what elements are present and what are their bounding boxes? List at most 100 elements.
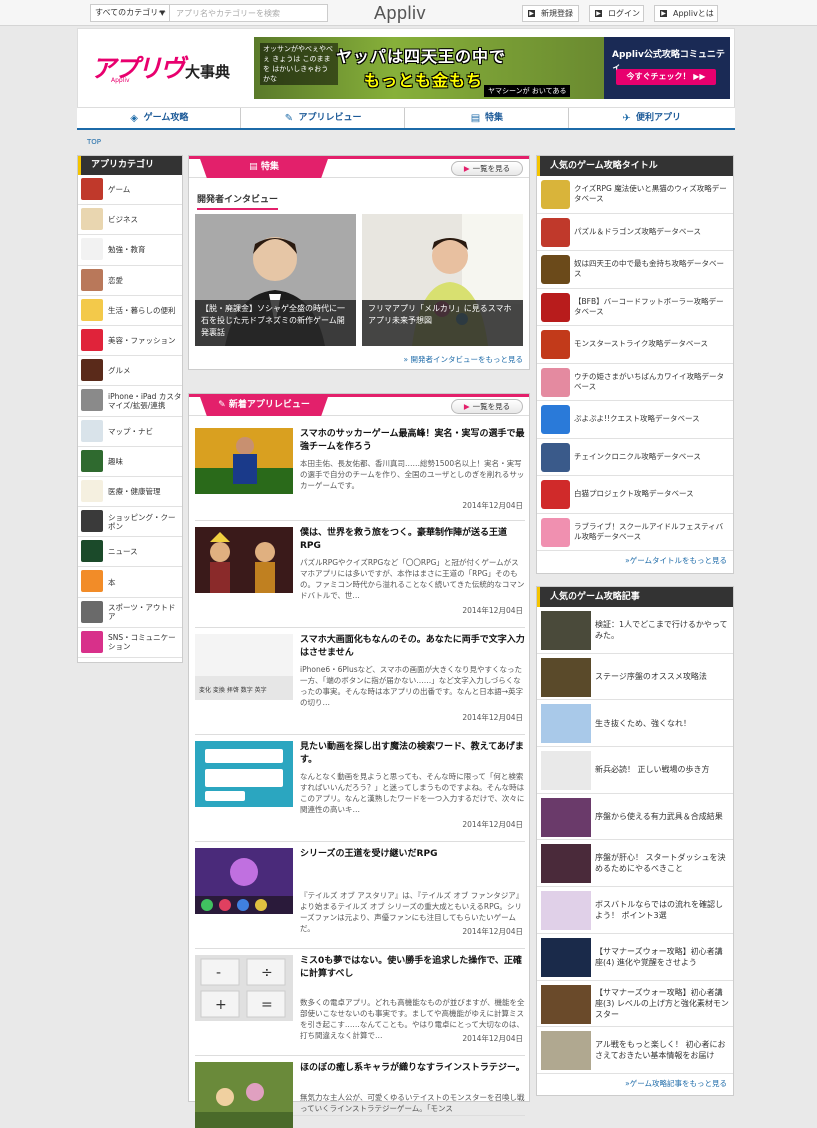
popular-article-item[interactable]: 序盤が肝心！ スタートダッシュを決めるためにやるべきこと bbox=[537, 840, 733, 888]
popular-article-item[interactable]: 【サマナーズウォー攻略】初心者講座(4) 進化や覚醒をさせよう bbox=[537, 934, 733, 981]
article-thumbnail bbox=[541, 797, 591, 837]
site-logo[interactable]: アプリヴ 大事典 Appliv bbox=[91, 49, 230, 85]
popular-article-item[interactable]: 序盤から使える有力武具＆合成結果 bbox=[537, 794, 733, 841]
logo-sub: Appliv bbox=[111, 77, 130, 84]
popular-article-item[interactable]: 生き抜くため、強くなれ！ bbox=[537, 700, 733, 748]
sidebar-item-label: 美容・ファッション bbox=[108, 336, 176, 346]
category-icon bbox=[81, 449, 103, 472]
review-item[interactable]: 僕は、世界を救う旅をつく。豪華制作陣が送る王道RPG パズルRPGやクイズRPGな… bbox=[195, 521, 525, 628]
sidebar-item[interactable]: 生活・暮らしの便利 bbox=[78, 296, 182, 326]
breadcrumb[interactable]: TOP bbox=[87, 138, 101, 146]
review-thumbnail: - ÷ + = bbox=[195, 955, 293, 1021]
popular-game-label: ぷよぷよ!!クエスト攻略データベース bbox=[574, 414, 700, 424]
nav-app-review[interactable]: ✎ アプリレビュー bbox=[241, 108, 405, 128]
svg-text:変化 変換 拝啓 数字 英字: 変化 変換 拝啓 数字 英字 bbox=[199, 686, 267, 694]
global-nav: ◈ ゲーム攻略 ✎ アプリレビュー ▤ 特集 ✈ 便利アプリ bbox=[77, 108, 735, 130]
search-input[interactable] bbox=[170, 4, 328, 22]
sidebar-item-label: iPhone・iPad カスタマイズ/拡張/連携 bbox=[108, 391, 182, 410]
about-button[interactable]: ▶ Applivとは bbox=[654, 5, 718, 22]
wrench-icon: ✈ bbox=[622, 113, 631, 124]
nav-useful-apps[interactable]: ✈ 便利アプリ bbox=[569, 108, 733, 128]
appliv-logo[interactable]: Appliv bbox=[374, 3, 426, 24]
article-thumbnail bbox=[541, 984, 591, 1024]
about-label: Applivとは bbox=[673, 9, 714, 18]
popular-game-item[interactable]: 白猫プロジェクト攻略データベース bbox=[537, 476, 733, 514]
popular-game-item[interactable]: 奴は四天王の中で最も金持ち攻略データベース bbox=[537, 251, 733, 289]
article-thumbnail bbox=[541, 611, 591, 650]
popular-game-item[interactable]: パズル＆ドラゴンズ攻略データベース bbox=[537, 214, 733, 251]
pencil-icon: ✎ bbox=[218, 400, 229, 410]
game-icon bbox=[541, 480, 570, 509]
arrow-right-icon: ▶ bbox=[528, 10, 535, 17]
popular-articles-more-link[interactable]: »ゲーム攻略記事をもっと見る bbox=[537, 1074, 733, 1094]
sidebar-item[interactable]: ショッピング・クーポン bbox=[78, 507, 182, 538]
review-description: iPhone6・6Plusなど、スマホの画面が大きくなり見やすくなった一方、「端… bbox=[300, 665, 524, 707]
feature-header: ▤ 特集 ▶ 一覧を見る bbox=[189, 156, 529, 178]
popular-game-item[interactable]: モンスターストライク攻略データベース bbox=[537, 326, 733, 364]
sidebar-item[interactable]: グルメ bbox=[78, 356, 182, 387]
sidebar-item[interactable]: iPhone・iPad カスタマイズ/拡張/連携 bbox=[78, 386, 182, 417]
game-icon bbox=[541, 217, 570, 247]
sidebar-item[interactable]: SNS・コミュニケーション bbox=[78, 628, 182, 658]
sidebar-item[interactable]: 本 bbox=[78, 567, 182, 598]
interview-more-link[interactable]: » 開発者インタビューをもっと見る bbox=[404, 354, 523, 365]
reviews-header: ✎ 新着アプリレビュー ▶ 一覧を見る bbox=[189, 394, 529, 416]
review-item[interactable]: ほのぼの癒し系キャラが織りなすラインストラテジー。 無気力な主人公が、可愛くゆるい… bbox=[195, 1056, 525, 1128]
popular-game-label: チェインクロニクル攻略データベース bbox=[574, 451, 701, 461]
feature-more-button[interactable]: ▶ 一覧を見る bbox=[451, 161, 523, 176]
popular-game-label: ラブライブ！スクールアイドルフェスティバル攻略データベース bbox=[574, 521, 724, 541]
sidebar-item[interactable]: スポーツ・アウトドア bbox=[78, 598, 182, 628]
feature-card[interactable]: フリマアプリ「メルカリ」に見るスマホアプリ未来予想図 bbox=[362, 214, 523, 346]
category-select[interactable]: すべてのカテゴリー ▼ bbox=[90, 4, 170, 22]
sidebar-item-label: ビジネス bbox=[108, 215, 138, 225]
category-icon bbox=[81, 419, 103, 442]
review-item[interactable]: スマホのサッカーゲーム最高峰！実名・実写の選手で最強チームを作ろう 本田圭佑、長友… bbox=[195, 422, 525, 521]
popular-article-item[interactable]: アル戦をもっと楽しく！ 初心者におさえておきたい基本情報をお届け bbox=[537, 1027, 733, 1074]
review-title: シリーズの王道を受け継いだRPG bbox=[300, 849, 438, 859]
sidebar-item[interactable]: 医療・健康管理 bbox=[78, 477, 182, 508]
review-item[interactable]: - ÷ + = ミス0も夢ではない。使い勝手を追求した操作で、正確に計算すべし 数多くの電… bbox=[195, 949, 525, 1056]
article-thumbnail bbox=[541, 891, 591, 931]
popular-article-item[interactable]: ボスバトルならではの流れを確認しよう！ ポイント3選 bbox=[537, 887, 733, 934]
sidebar-item[interactable]: ゲーム bbox=[78, 175, 182, 206]
sidebar-item[interactable]: マップ・ナビ bbox=[78, 417, 182, 447]
feature-card[interactable]: 【脱・廃課金】ソシャゲ全盛の時代に一石を投じた元ドブネズミの新作ゲーム開発裏話 bbox=[195, 214, 356, 346]
popular-games-more-link[interactable]: »ゲームタイトルをもっと見る bbox=[537, 551, 733, 571]
reviews-more-button[interactable]: ▶ 一覧を見る bbox=[451, 399, 523, 414]
review-item[interactable]: 見たい動画を探し出す魔法の検索ワード、教えてあげます。 なんとなく動画を見ようと思… bbox=[195, 735, 525, 842]
sidebar-item[interactable]: 勉強・教育 bbox=[78, 235, 182, 266]
nav-game-guide[interactable]: ◈ ゲーム攻略 bbox=[77, 108, 241, 128]
review-item[interactable]: 変化 変換 拝啓 数字 英字 スマホ大画面化もなんのその。あなたに両手で文字入力は… bbox=[195, 628, 525, 735]
popular-game-item[interactable]: ぷよぷよ!!クエスト攻略データベース bbox=[537, 401, 733, 439]
sidebar-item[interactable]: ビジネス bbox=[78, 205, 182, 236]
ad-banner[interactable]: オッサンがやべぇやべぇ きょうは このままを はかいしきゃおうかな ヤッパは四天… bbox=[254, 37, 730, 99]
popular-article-item[interactable]: 検証：1人でどこまで行けるかやってみた。 bbox=[537, 607, 733, 654]
sidebar-item-label: グルメ bbox=[108, 366, 131, 376]
sidebar-item-label: スポーツ・アウトドア bbox=[108, 603, 176, 622]
sidebar-item[interactable]: 恋愛 bbox=[78, 266, 182, 296]
popular-game-item[interactable]: チェインクロニクル攻略データベース bbox=[537, 439, 733, 476]
sidebar-item[interactable]: 趣味 bbox=[78, 447, 182, 477]
review-description: なんとなく動画を見ようと思っても、そんな時に限って「何と検索すればいいんだろう？… bbox=[300, 772, 525, 814]
banner-title-1: ヤッパは四天王の中で bbox=[336, 47, 507, 66]
register-button[interactable]: ▶ 新規登録 bbox=[522, 5, 579, 22]
popular-article-item[interactable]: 【サマナーズウォー攻略】初心者講座(3) レベルの上げ方と強化素材モンスター bbox=[537, 981, 733, 1028]
login-button[interactable]: ▶ ログイン bbox=[589, 5, 644, 22]
register-label: 新規登録 bbox=[541, 9, 573, 18]
review-title: スマホのサッカーゲーム最高峰！実名・実写の選手で最強チームを作ろう bbox=[300, 429, 525, 452]
popular-games-title: 人気のゲーム攻略タイトル bbox=[537, 156, 733, 176]
logo-kanji: 大事典 bbox=[185, 63, 231, 81]
community-check-button[interactable]: 今すぐチェック！ ▶▶ bbox=[616, 69, 716, 85]
nav-feature[interactable]: ▤ 特集 bbox=[405, 108, 569, 128]
popular-game-item[interactable]: ラブライブ！スクールアイドルフェスティバル攻略データベース bbox=[537, 514, 733, 551]
popular-article-item[interactable]: 新兵必読！ 正しい戦場の歩き方 bbox=[537, 747, 733, 794]
sidebar-item[interactable]: 美容・ファッション bbox=[78, 326, 182, 357]
popular-article-item[interactable]: ステージ序盤のオススメ攻略法 bbox=[537, 654, 733, 701]
popular-game-item[interactable]: ウチの姫さまがいちばんカワイイ攻略データベース bbox=[537, 364, 733, 401]
sidebar-item[interactable]: ニュース bbox=[78, 537, 182, 568]
sidebar-item-label: SNS・コミュニケーション bbox=[108, 633, 176, 652]
review-item[interactable]: シリーズの王道を受け継いだRPG 『テイルズ オブ アスタリア』は、『テイルズ オ… bbox=[195, 842, 525, 949]
document-icon: ▤ bbox=[470, 113, 481, 124]
popular-game-item[interactable]: 【BFB】バーコードフットボーラー攻略データベース bbox=[537, 289, 733, 326]
popular-game-item[interactable]: クイズRPG 魔法使いと黒猫のウィズ攻略データベース bbox=[537, 176, 733, 214]
